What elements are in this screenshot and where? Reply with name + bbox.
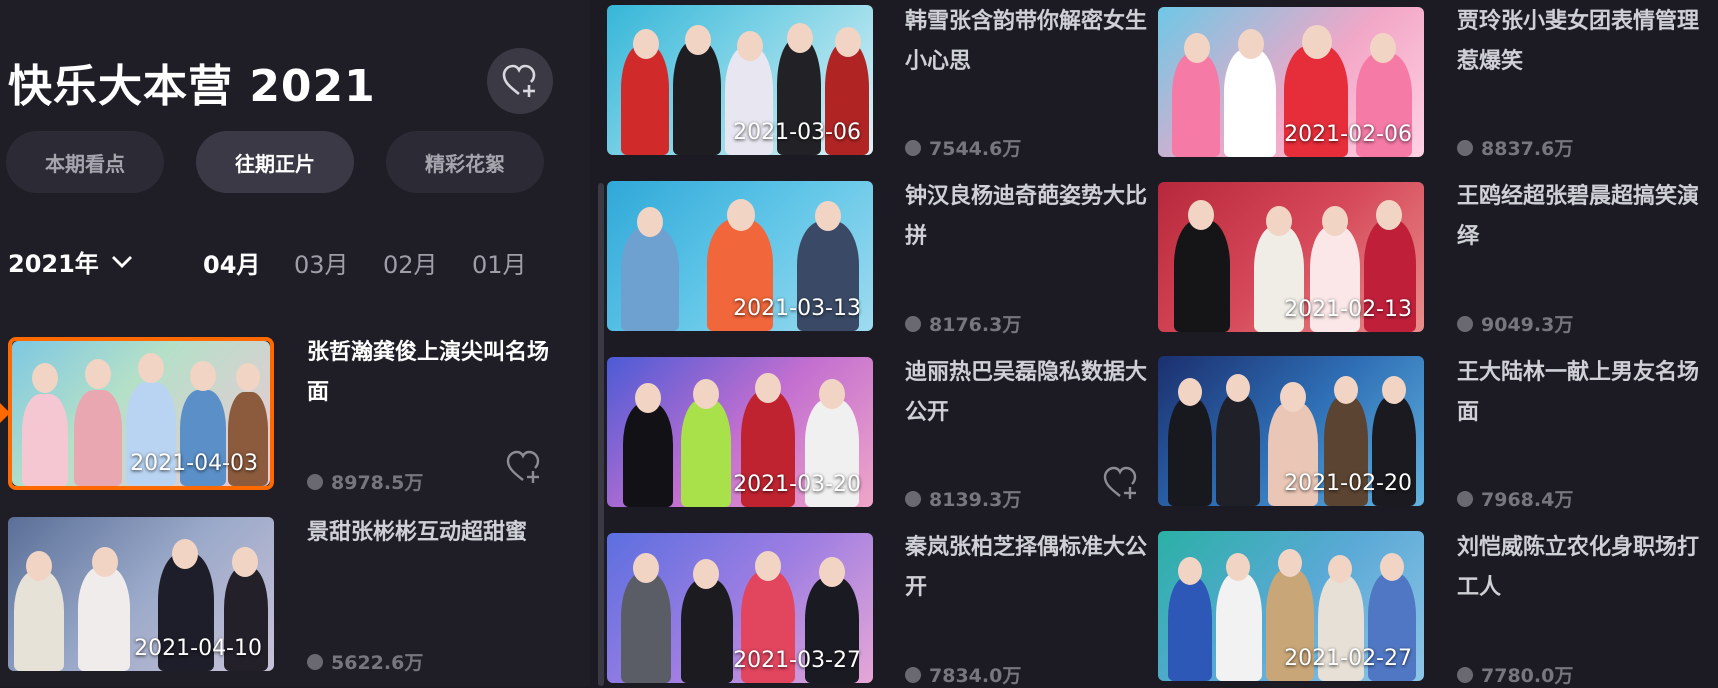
episode-date: 2021-03-20 (733, 472, 861, 497)
episode-thumbnail[interactable]: 2021-03-13 (607, 181, 873, 331)
view-count: 8176.3万 (905, 310, 1021, 337)
play-dot-icon (307, 473, 323, 490)
episode-title[interactable]: 刘恺威陈立农化身职场打工人 (1457, 528, 1707, 608)
episode-title[interactable]: 王大陆林一献上男友名场面 (1457, 353, 1707, 433)
episode-date: 2021-02-06 (1284, 122, 1412, 147)
month-tab-02[interactable]: 02月 (383, 245, 438, 280)
episode-date: 2021-02-13 (1284, 297, 1412, 322)
view-count: 8978.5万 (307, 468, 423, 495)
episode-title[interactable]: 韩雪张含韵带你解密女生小心思 (905, 2, 1155, 82)
view-count: 7834.0万 (905, 661, 1021, 688)
episode-title[interactable]: 景甜张彬彬互动超甜蜜 (307, 513, 557, 553)
show-title: 快乐大本营 2021 (8, 61, 376, 112)
year-label: 2021年 (8, 250, 99, 278)
tab-past-episodes[interactable]: 往期正片 (196, 131, 354, 193)
episode-date: 2021-04-10 (134, 636, 262, 661)
tab-behind-the-scenes[interactable]: 精彩花絮 (386, 131, 544, 193)
heart-plus-icon (502, 64, 536, 97)
play-dot-icon (905, 139, 921, 156)
heart-plus-icon[interactable] (506, 450, 542, 484)
month-tab-04[interactable]: 04月 (203, 245, 260, 280)
play-dot-icon (905, 666, 921, 683)
selected-frame (8, 337, 274, 490)
episode-title[interactable]: 秦岚张柏芝择偶标准大公开 (905, 528, 1155, 608)
favorite-show-button[interactable] (487, 48, 553, 114)
episode-date: 2021-02-20 (1284, 471, 1412, 496)
episode-thumbnail[interactable]: 2021-04-10 (8, 517, 274, 671)
episode-date: 2021-03-13 (733, 296, 861, 321)
episode-title[interactable]: 王鸥经超张碧晨超搞笑演绎 (1457, 177, 1707, 257)
heart-plus-icon[interactable] (1103, 466, 1139, 500)
view-count: 8837.6万 (1457, 134, 1573, 161)
view-count: 7968.4万 (1457, 485, 1573, 512)
month-tab-01[interactable]: 01月 (472, 245, 527, 280)
selected-indicator (0, 403, 10, 423)
play-dot-icon (905, 490, 921, 507)
episode-thumbnail[interactable]: 2021-02-27 (1158, 531, 1424, 681)
episode-title[interactable]: 迪丽热巴吴磊隐私数据大公开 (905, 353, 1155, 433)
view-count: 7780.0万 (1457, 661, 1573, 688)
play-dot-icon (307, 653, 323, 670)
episode-title[interactable]: 张哲瀚龚俊上演尖叫名场面 (307, 333, 557, 413)
episode-date: 2021-02-27 (1284, 646, 1412, 671)
play-dot-icon (1457, 666, 1473, 683)
episode-thumbnail[interactable]: 2021-03-20 (607, 357, 873, 507)
tab-highlights[interactable]: 本期看点 (6, 131, 164, 193)
play-dot-icon (1457, 315, 1473, 332)
view-count: 7544.6万 (905, 134, 1021, 161)
episode-thumbnail[interactable]: 2021-02-20 (1158, 356, 1424, 506)
view-count: 9049.3万 (1457, 310, 1573, 337)
episode-thumbnail[interactable]: 2021-03-27 (607, 533, 873, 683)
play-dot-icon (905, 315, 921, 332)
play-dot-icon (1457, 139, 1473, 156)
year-selector[interactable]: 2021年 (8, 244, 133, 279)
episode-title[interactable]: 钟汉良杨迪奇葩姿势大比拼 (905, 177, 1155, 257)
view-count: 5622.6万 (307, 648, 423, 675)
episode-thumbnail[interactable]: 2021-02-06 (1158, 7, 1424, 157)
episode-date: 2021-03-06 (733, 120, 861, 145)
view-count: 8139.3万 (905, 485, 1021, 512)
month-tab-03[interactable]: 03月 (294, 245, 349, 280)
episode-title[interactable]: 贾玲张小斐女团表情管理惹爆笑 (1457, 2, 1707, 82)
chevron-down-icon (111, 255, 132, 268)
episode-thumbnail[interactable]: 2021-02-13 (1158, 182, 1424, 332)
play-dot-icon (1457, 490, 1473, 507)
scrollbar[interactable] (598, 183, 604, 686)
episode-thumbnail[interactable]: 2021-03-06 (607, 5, 873, 155)
episode-date: 2021-03-27 (733, 648, 861, 673)
